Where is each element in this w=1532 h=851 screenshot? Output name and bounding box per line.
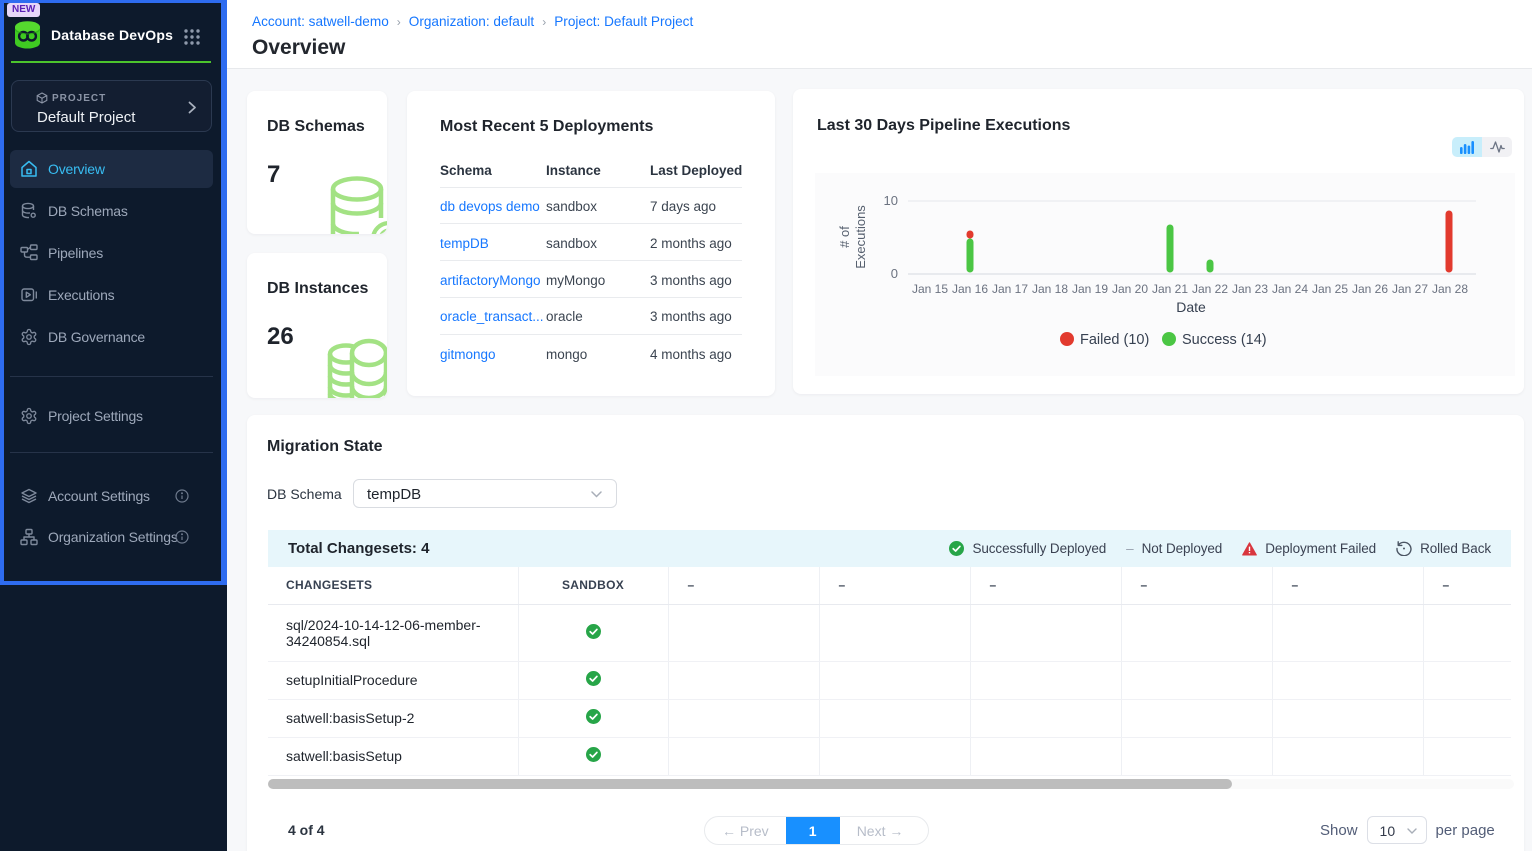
svg-text:Jan 19: Jan 19 xyxy=(1072,282,1108,296)
svg-text:Jan 24: Jan 24 xyxy=(1272,282,1308,296)
svg-text:10: 10 xyxy=(884,193,898,208)
svg-text:Jan 25: Jan 25 xyxy=(1312,282,1348,296)
svg-text:Jan 18: Jan 18 xyxy=(1032,282,1068,296)
svg-text:# of: # of xyxy=(837,226,852,248)
svg-text:Jan 17: Jan 17 xyxy=(992,282,1028,296)
svg-text:Jan 20: Jan 20 xyxy=(1112,282,1148,296)
svg-text:Jan 22: Jan 22 xyxy=(1192,282,1228,296)
svg-text:Jan 27: Jan 27 xyxy=(1392,282,1428,296)
svg-text:Failed (10): Failed (10) xyxy=(1080,332,1149,348)
svg-text:Success (14): Success (14) xyxy=(1182,332,1267,348)
svg-text:Executions: Executions xyxy=(853,205,868,269)
svg-text:Date: Date xyxy=(1176,299,1206,315)
svg-text:Jan 16: Jan 16 xyxy=(952,282,988,296)
svg-text:Jan 23: Jan 23 xyxy=(1232,282,1268,296)
svg-text:Jan 26: Jan 26 xyxy=(1352,282,1388,296)
svg-text:Jan 28: Jan 28 xyxy=(1432,282,1468,296)
svg-text:Jan 15: Jan 15 xyxy=(912,282,948,296)
svg-text:Jan 21: Jan 21 xyxy=(1152,282,1188,296)
svg-text:0: 0 xyxy=(891,266,898,281)
